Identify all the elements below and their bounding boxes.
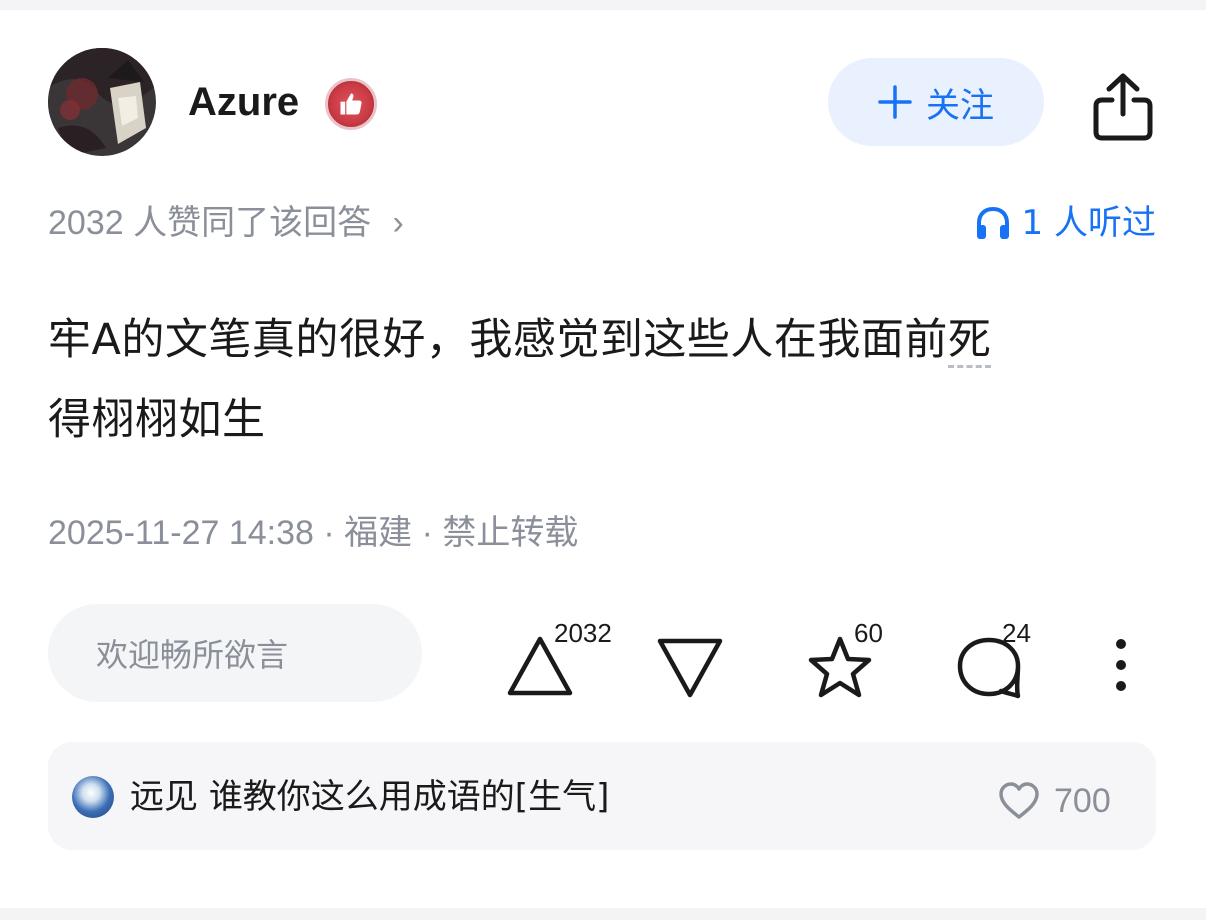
- hot-comment-text: 谁教你这么用成语的[生气]: [208, 777, 610, 817]
- commenter-name[interactable]: 远见: [130, 777, 198, 817]
- favorite-count: 60: [854, 618, 883, 648]
- answer-text-line2: 得栩栩如生: [48, 395, 266, 445]
- likes-summary-text: 2032 人赞同了该回答: [48, 204, 372, 242]
- chevron-right-icon: ›: [392, 204, 404, 242]
- upvote-count: 2032: [554, 618, 612, 648]
- likes-summary[interactable]: 2032 人赞同了该回答 ›: [48, 200, 404, 246]
- listen-count-text: 1 人听过: [1021, 203, 1156, 243]
- answer-text-underlined[interactable]: 死: [947, 315, 992, 368]
- headphones-icon: [976, 206, 1009, 239]
- answer-text: 牢A的文笔真的很好，我感觉到这些人在我面前: [48, 315, 948, 365]
- comment-input-placeholder: 欢迎畅所欲言: [96, 636, 289, 674]
- thumbs-up-badge-icon[interactable]: [325, 78, 377, 130]
- more-button[interactable]: [1108, 636, 1134, 700]
- share-icon: [1093, 73, 1153, 141]
- post-location: 福建: [344, 514, 413, 552]
- comment-input[interactable]: 欢迎畅所欲言: [48, 604, 422, 702]
- thumbs-up-icon: [340, 93, 362, 115]
- comment-count: 24: [1002, 618, 1031, 648]
- answer-body: 牢A的文笔真的很好，我感觉到这些人在我面前死 得栩栩如生: [48, 300, 1158, 460]
- commenter-avatar[interactable]: [72, 776, 114, 818]
- follow-label: 关注: [926, 85, 994, 126]
- plus-icon: [878, 85, 912, 119]
- author-avatar[interactable]: [48, 48, 156, 156]
- hot-comment-like[interactable]: 700: [998, 778, 1111, 824]
- separator: ·: [412, 514, 443, 552]
- author-name[interactable]: Azure: [188, 72, 299, 132]
- downvote-triangle-icon: [657, 638, 723, 698]
- share-button[interactable]: [1090, 70, 1156, 142]
- downvote-button[interactable]: [656, 636, 724, 704]
- listen-count[interactable]: 1 人听过: [974, 200, 1156, 246]
- hot-comment-content: 远见 谁教你这么用成语的[生气]: [130, 774, 609, 820]
- avatar-image: [48, 48, 156, 156]
- post-info: 2025-11-27 14:38 · 福建 · 禁止转载: [48, 510, 578, 556]
- more-vertical-icon: [1116, 639, 1126, 691]
- separator: ·: [313, 514, 345, 552]
- heart-icon: [999, 782, 1039, 819]
- follow-button[interactable]: 关注: [828, 58, 1044, 146]
- post-datetime: 2025-11-27 14:38: [48, 514, 314, 552]
- hot-comment-like-count: 700: [1054, 782, 1111, 820]
- copyright-notice: 禁止转载: [442, 514, 579, 552]
